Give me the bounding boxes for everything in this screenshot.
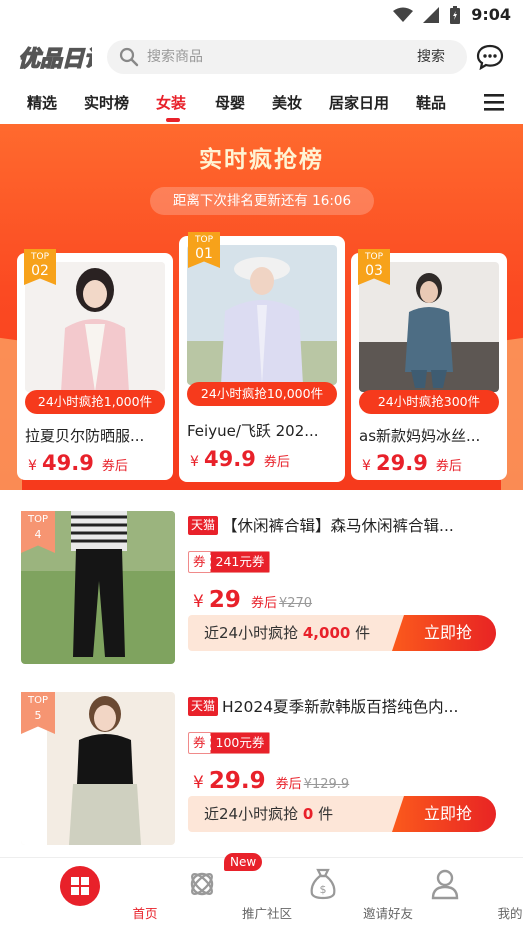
tab-home[interactable]: 居家日用 bbox=[329, 92, 389, 113]
top-card-01[interactable]: TOP 01 24小时疯抢10,000件 Feiyue/飞跃 202... ¥ 4… bbox=[179, 232, 345, 482]
tab-shoes[interactable]: 鞋品 bbox=[416, 92, 446, 113]
sale-bar: 近24小时疯抢 4,000 件 立即抢 bbox=[188, 615, 496, 651]
list-item[interactable]: TOP 5 天猫 H2024夏季新款韩版百搭纯色内... 券 100元券 ¥ 29.9… bbox=[0, 681, 523, 861]
active-tab-indicator bbox=[166, 118, 180, 122]
signal-icon bbox=[423, 6, 440, 23]
product-image: belle bbox=[25, 262, 165, 392]
product-price: ¥ 29.9 券后 ¥129.9 bbox=[193, 768, 350, 794]
svg-text:优品日记: 优品日记 bbox=[18, 47, 92, 72]
svg-text:$: $ bbox=[320, 883, 327, 896]
search-icon bbox=[119, 47, 139, 67]
product-price: ¥ 49.9 券后 bbox=[190, 447, 290, 471]
nav-label: 我的 bbox=[497, 906, 523, 921]
nav-home[interactable]: 首页 bbox=[15, 858, 158, 929]
tmall-tag: 天猫 bbox=[188, 697, 219, 716]
status-bar: 9:04 bbox=[0, 0, 523, 30]
bottom-nav: 首页 推广社区 $ 邀请好友 我的 bbox=[0, 857, 523, 929]
tab-baby[interactable]: 母婴 bbox=[215, 92, 245, 113]
product-price: ¥ 29 券后 ¥270 bbox=[193, 587, 313, 613]
buy-now-button[interactable]: 立即抢 bbox=[392, 796, 496, 832]
tab-featured[interactable]: 精选 bbox=[27, 92, 57, 113]
product-name: 拉夏贝尔防晒服... bbox=[25, 427, 145, 445]
header: 优品日记 搜索 bbox=[0, 30, 523, 82]
product-price: ¥ 29.9 券后 bbox=[362, 451, 462, 475]
home-grid-icon bbox=[60, 866, 100, 906]
banner-title: 实时疯抢榜 bbox=[199, 147, 324, 173]
coupon-tag: 券 241元券 bbox=[188, 551, 271, 573]
update-countdown: 距离下次排名更新还有 16:06 bbox=[150, 187, 374, 215]
top-card-02[interactable]: belle TOP02 24小时疯抢1,000件 拉夏贝尔防晒服... ¥ 49… bbox=[17, 249, 173, 480]
tmall-tag: 天猫 bbox=[188, 516, 219, 535]
sale-count-text: 近24小时疯抢 4,000 件 bbox=[204, 624, 371, 642]
tab-beauty[interactable]: 美妆 bbox=[272, 92, 302, 113]
message-icon[interactable] bbox=[476, 44, 504, 70]
realtime-ranking-banner: 实时疯抢榜 距离下次排名更新还有 16:06 belle TOP02 24小时疯… bbox=[0, 124, 523, 490]
search-button[interactable]: 搜索 bbox=[417, 40, 445, 74]
status-icons: 9:04 bbox=[393, 5, 511, 24]
wifi-icon bbox=[393, 7, 414, 22]
product-title: 天猫 H2024夏季新款韩版百搭纯色内... bbox=[188, 695, 498, 717]
product-name: as新款妈妈冰丝... bbox=[359, 427, 481, 445]
money-bag-icon: $ bbox=[310, 868, 336, 900]
nav-profile[interactable]: 我的 bbox=[380, 858, 523, 929]
product-image bbox=[187, 245, 337, 385]
tab-womens[interactable]: 女装 bbox=[156, 92, 186, 113]
nav-invite[interactable]: $ 邀请好友 bbox=[258, 858, 413, 929]
battery-icon bbox=[450, 5, 461, 24]
search-input[interactable] bbox=[147, 40, 397, 74]
new-badge: New bbox=[224, 853, 263, 871]
list-item[interactable]: TOP 4 天猫 【休闲裤合辑】森马休闲裤合辑... 券 241元券 ¥ 29 券后 ¥2… bbox=[0, 500, 523, 680]
tab-realtime[interactable]: 实时榜 bbox=[84, 92, 129, 113]
product-name: Feiyue/飞跃 202... bbox=[187, 422, 319, 440]
coupon-tag: 券 100元券 bbox=[188, 732, 271, 754]
product-price: ¥ 49.9 券后 bbox=[28, 451, 128, 475]
product-image bbox=[359, 262, 499, 392]
menu-icon[interactable] bbox=[484, 93, 504, 111]
sale-count-pill: 24小时疯抢10,000件 bbox=[187, 382, 337, 406]
product-title: 天猫 【休闲裤合辑】森马休闲裤合辑... bbox=[188, 514, 498, 536]
buy-now-button[interactable]: 立即抢 bbox=[392, 615, 496, 651]
sale-bar: 近24小时疯抢 0 件 立即抢 bbox=[188, 796, 496, 832]
status-time: 9:04 bbox=[471, 5, 511, 24]
app-logo[interactable]: 优品日记 bbox=[16, 38, 92, 76]
top-card-03[interactable]: TOP 03 24小时疯抢300件 as新款妈妈冰丝... ¥ 29.9 券后 bbox=[351, 249, 507, 480]
profile-icon bbox=[431, 869, 459, 900]
sale-count-text: 近24小时疯抢 0 件 bbox=[204, 805, 334, 823]
sale-count-pill: 24小时疯抢300件 bbox=[359, 390, 499, 414]
category-tabs: 精选 实时榜 女装 母婴 美妆 居家日用 鞋品 bbox=[0, 82, 523, 124]
community-icon bbox=[190, 872, 214, 896]
sale-count-pill: 24小时疯抢1,000件 bbox=[25, 390, 165, 414]
search-box[interactable]: 搜索 bbox=[107, 40, 467, 74]
